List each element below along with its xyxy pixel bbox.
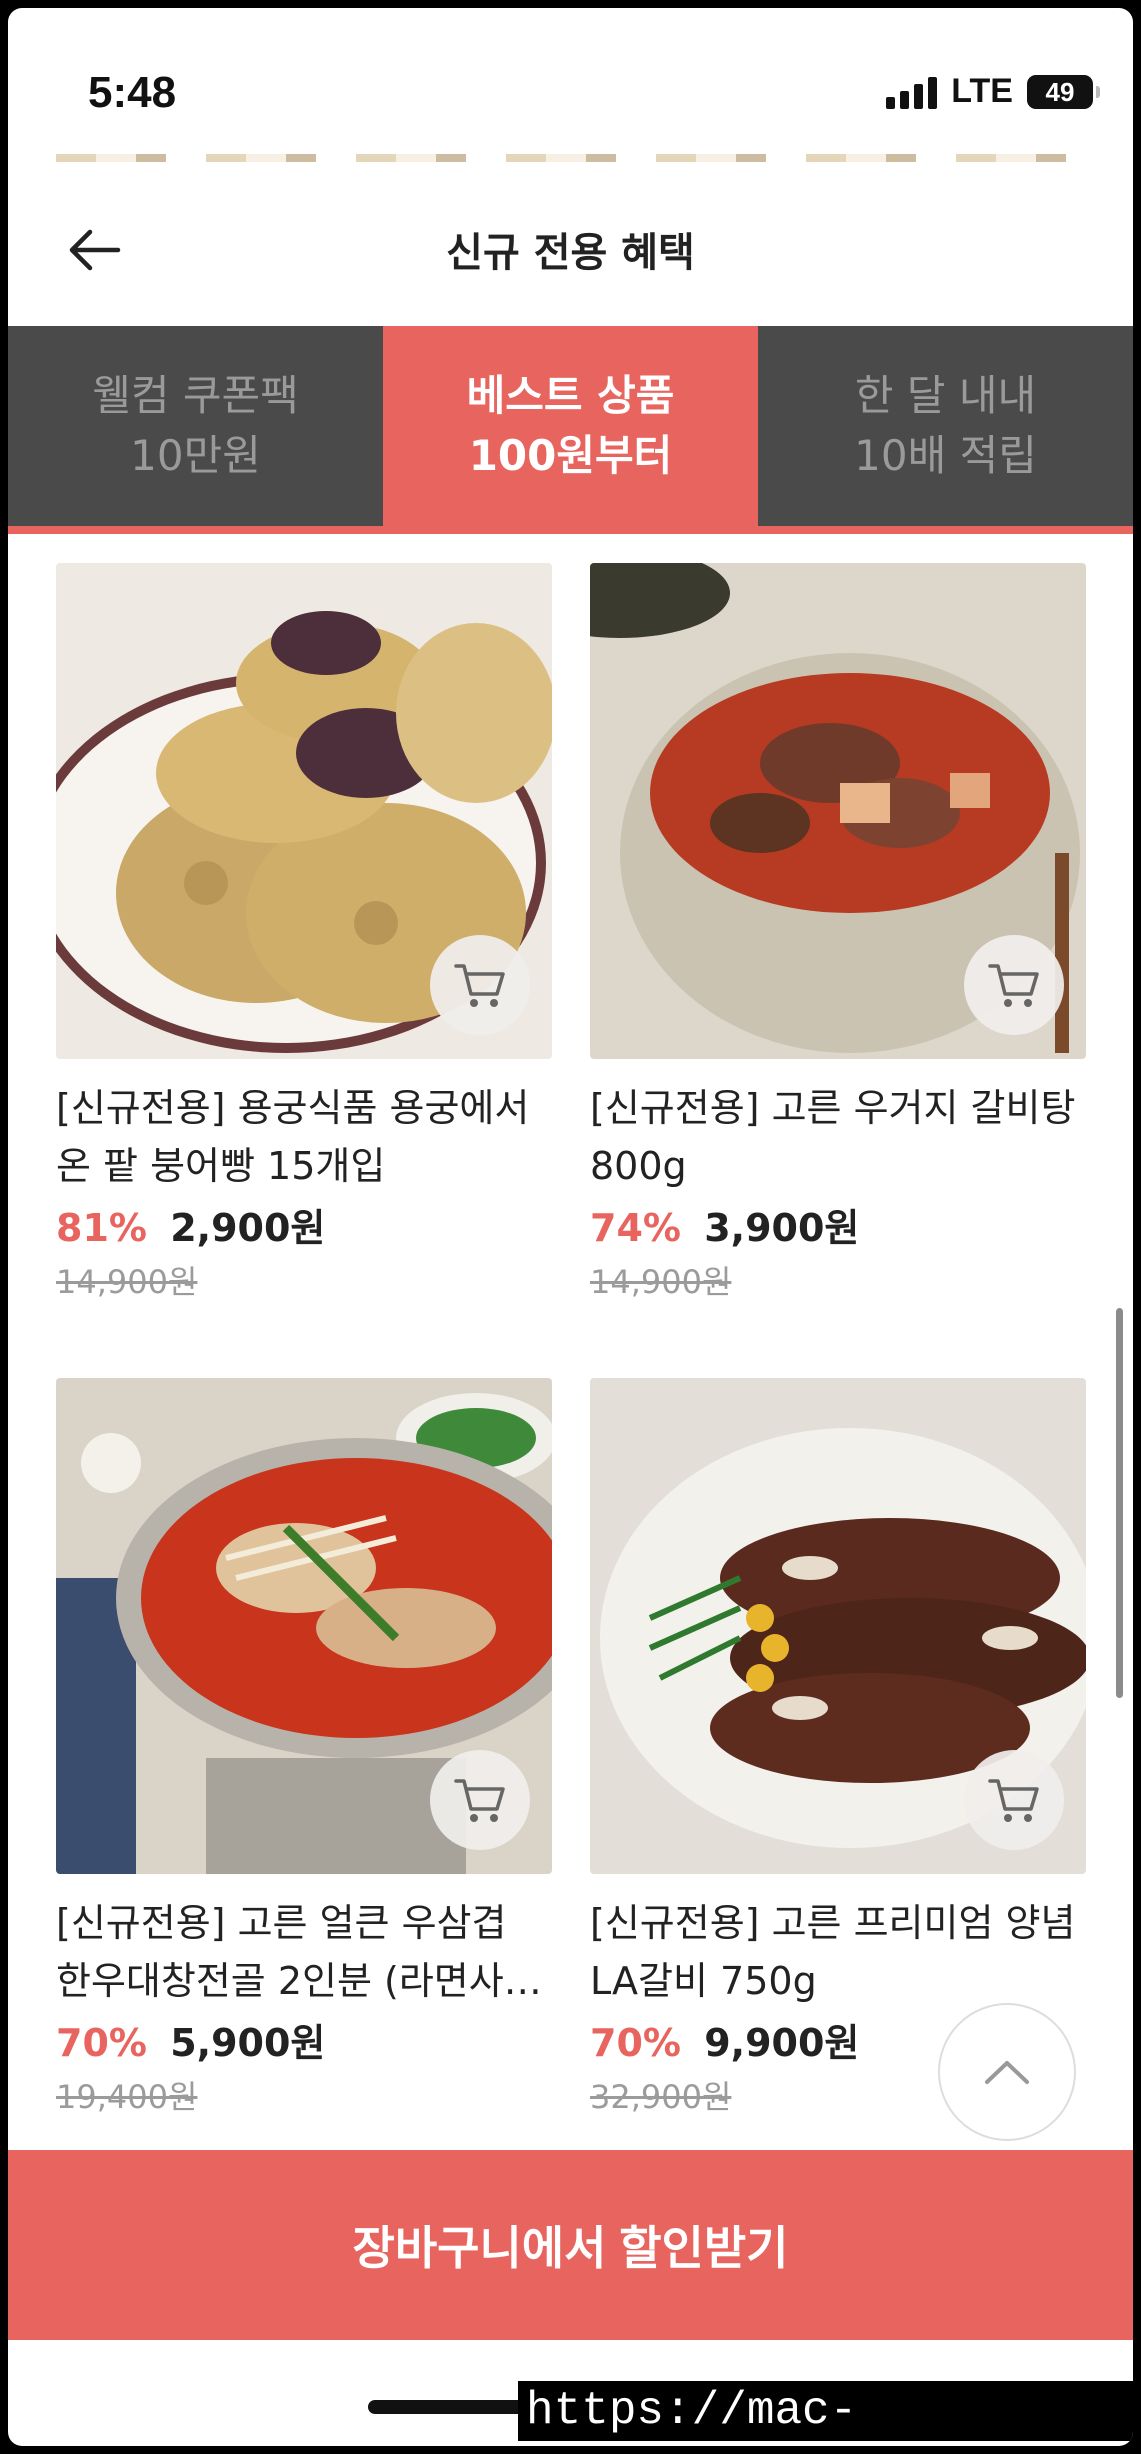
status-indicators: LTE 49 (886, 72, 1100, 111)
tab-underline (8, 526, 1133, 534)
add-to-cart-button[interactable] (964, 935, 1064, 1035)
price-row: 70% 5,900원 (56, 2014, 552, 2072)
scrollbar[interactable] (1116, 1308, 1123, 1698)
watermark: https://mac-os.tistory.com (518, 2381, 1133, 2446)
product-name[interactable]: [신규전용] 용궁식품 용궁에서 온 팥 붕어빵 15개입 (56, 1079, 552, 1195)
product-name[interactable]: [신규전용] 고른 우거지 갈비탕 800g (590, 1079, 1086, 1195)
la-galbi-photo[interactable] (590, 1378, 1086, 1874)
page-header: 신규 전용 혜택 (8, 168, 1133, 328)
signal-icon (886, 75, 938, 109)
scroll-to-top-button[interactable] (938, 2003, 1076, 2141)
tab-label-line1: 한 달 내내 (854, 371, 1037, 420)
battery-icon: 49 (1027, 74, 1100, 109)
cart-icon (454, 964, 505, 1007)
sale-price: 5,900원 (170, 2021, 326, 2065)
add-to-cart-button[interactable] (430, 935, 530, 1035)
tab-bar: 웰컴 쿠폰팩 10만원 베스트 상품 100원부터 한 달 내내 10배 적립 (8, 326, 1133, 526)
phone-screen: 5:48 LTE 49 신규 전용 혜택 웰컴 쿠폰팩 10만원 베스트 상품 … (8, 8, 1133, 2446)
cart-icon (454, 1779, 505, 1822)
price-row: 74% 3,900원 (590, 1199, 1086, 1257)
product-card[interactable]: [신규전용] 고른 우거지 갈비탕 800g 74% 3,900원 14,900… (590, 563, 1086, 1307)
product-name[interactable]: [신규전용] 고른 얼큰 우삼겹 한우대창전골 2인분 (라면사… (56, 1894, 552, 2010)
tab-best-products[interactable]: 베스트 상품 100원부터 (383, 326, 758, 526)
page-title: 신규 전용 혜택 (446, 230, 695, 276)
tab-label-line1: 베스트 상품 (466, 371, 675, 420)
jeongol-photo[interactable] (56, 1378, 552, 1874)
network-label: LTE (951, 72, 1013, 110)
discount-rate: 70% (590, 2021, 681, 2065)
price-row: 81% 2,900원 (56, 1199, 552, 1257)
cart-icon (988, 964, 1039, 1007)
tab-label-line2: 100원부터 (468, 431, 673, 480)
galbitang-photo[interactable] (590, 563, 1086, 1059)
original-price: 14,900원 (56, 1263, 198, 1301)
add-to-cart-button[interactable] (430, 1750, 530, 1850)
product-card[interactable]: [신규전용] 용궁식품 용궁에서 온 팥 붕어빵 15개입 81% 2,900원… (56, 563, 552, 1307)
chevron-up-icon (985, 2061, 1029, 2084)
bungeoppang-photo[interactable] (56, 563, 552, 1059)
sale-price: 9,900원 (704, 2021, 860, 2065)
tab-monthly-reward[interactable]: 한 달 내내 10배 적립 (758, 326, 1133, 526)
discount-rate: 70% (56, 2021, 147, 2065)
original-price: 14,900원 (590, 1263, 732, 1301)
tab-welcome-coupon[interactable]: 웰컴 쿠폰팩 10만원 (8, 326, 383, 526)
status-bar: 5:48 LTE 49 (8, 8, 1133, 158)
status-time: 5:48 (88, 68, 177, 117)
peek-strip (56, 154, 1086, 162)
checkout-discount-button[interactable]: 장바구니에서 할인받기 (8, 2150, 1133, 2340)
tab-label-line2: 10만원 (130, 431, 261, 480)
tab-label-line1: 웰컴 쿠폰팩 (92, 371, 299, 420)
tab-label-line2: 10배 적립 (854, 431, 1037, 480)
add-to-cart-button[interactable] (964, 1750, 1064, 1850)
cart-icon (988, 1779, 1039, 1822)
product-card[interactable]: [신규전용] 고른 얼큰 우삼겹 한우대창전골 2인분 (라면사… 70% 5,… (56, 1378, 552, 2122)
original-price: 19,400원 (56, 2078, 198, 2116)
sale-price: 2,900원 (170, 1206, 326, 1250)
discount-rate: 81% (56, 1206, 147, 1250)
sale-price: 3,900원 (704, 1206, 860, 1250)
product-name[interactable]: [신규전용] 고른 프리미엄 양념 LA갈비 750g (590, 1894, 1086, 2010)
discount-rate: 74% (590, 1206, 681, 1250)
